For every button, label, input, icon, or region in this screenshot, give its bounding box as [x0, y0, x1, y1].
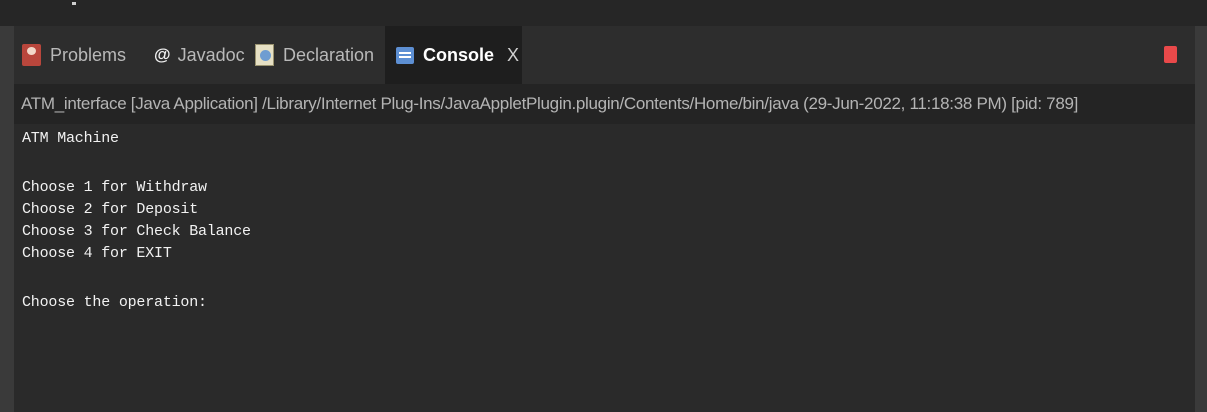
view-tab-bar: Problems @ Javadoc Declaration Console X	[14, 26, 1195, 84]
editor-edge-mark	[72, 2, 76, 5]
tab-problems-label: Problems	[50, 44, 127, 65]
problems-icon	[22, 44, 41, 66]
tab-declaration[interactable]: Declaration	[255, 26, 374, 84]
console-view: Problems @ Javadoc Declaration Console X…	[14, 26, 1195, 412]
console-line: Choose the operation:	[22, 294, 207, 311]
left-border	[0, 26, 14, 412]
eclipse-window: Problems @ Javadoc Declaration Console X…	[0, 0, 1207, 412]
editor-edge	[0, 0, 1207, 27]
console-line: ATM Machine	[22, 130, 119, 147]
console-output[interactable]: ATM Machine Choose 1 for Withdraw Choose…	[14, 124, 1195, 412]
tab-problems[interactable]: Problems	[22, 26, 126, 84]
console-line: Choose 1 for Withdraw	[22, 179, 207, 196]
right-border	[1195, 26, 1207, 412]
launch-info: ATM_interface [Java Application] /Librar…	[14, 84, 1195, 124]
console-line: Choose 4 for EXIT	[22, 245, 172, 262]
console-line: Choose 3 for Check Balance	[22, 223, 251, 240]
javadoc-icon: @	[154, 45, 171, 64]
tab-console[interactable]: Console X	[385, 26, 522, 84]
console-line: Choose 2 for Deposit	[22, 201, 199, 218]
declaration-icon	[255, 44, 274, 66]
tab-javadoc-label: Javadoc	[177, 44, 245, 65]
tab-declaration-label: Declaration	[283, 44, 375, 65]
console-icon	[396, 46, 414, 64]
terminate-icon[interactable]	[1164, 46, 1177, 63]
tab-console-label: Console	[423, 44, 495, 65]
close-icon[interactable]: X	[507, 45, 519, 66]
tab-javadoc[interactable]: @ Javadoc	[154, 26, 245, 84]
